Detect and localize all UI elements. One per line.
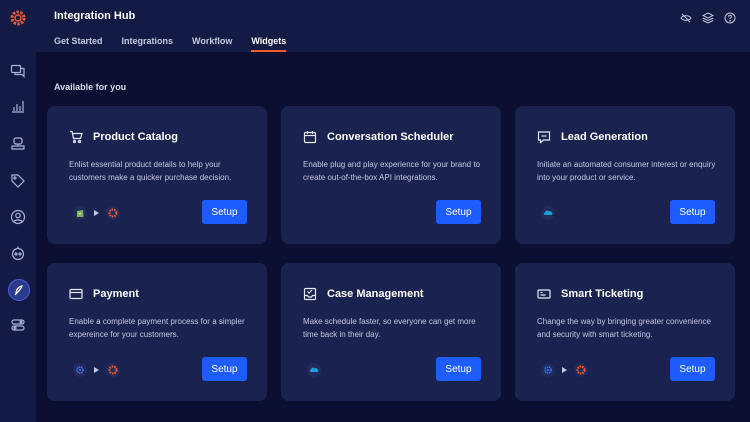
card-description: Enable plug and play experience for your… <box>303 160 481 182</box>
setup-button[interactable]: Setup <box>202 357 247 381</box>
shopify-icon <box>77 210 84 217</box>
toggle-icon <box>11 319 25 331</box>
eye-off-icon <box>680 13 692 23</box>
gear-blue-icon <box>76 366 84 374</box>
card-description: Enable a complete payment process for a … <box>69 317 245 339</box>
setup-button[interactable]: Setup <box>670 200 715 224</box>
layers-icon <box>702 12 714 24</box>
widget-card-case-management: Case Management Make schedule faster, so… <box>281 263 501 401</box>
tab-workflow[interactable]: Workflow <box>192 36 232 52</box>
robot-icon <box>11 246 25 261</box>
hub-badge <box>574 363 588 377</box>
widget-card-conversation-scheduler: Conversation Scheduler Enable plug and p… <box>281 106 501 244</box>
flow-arrow <box>562 367 567 373</box>
integration-flow <box>307 363 321 377</box>
layers-button[interactable] <box>702 12 714 24</box>
card-description: Make schedule faster, so everyone can ge… <box>303 317 476 339</box>
gear-badge <box>73 363 87 377</box>
app-title: Integration Hub <box>54 10 136 22</box>
hub-logo-icon <box>108 208 118 218</box>
gear-badge <box>541 363 555 377</box>
card-title: Product Catalog <box>93 131 178 143</box>
integration-flow <box>541 206 555 220</box>
header-actions <box>680 12 736 24</box>
salesforce-badge <box>307 363 321 377</box>
help-icon <box>724 12 736 24</box>
integration-flow <box>73 206 120 220</box>
ticket-icon <box>537 289 551 299</box>
inbox-check-icon <box>303 287 317 301</box>
card-title: Lead Generation <box>561 131 648 143</box>
bar-chart-icon <box>12 101 24 113</box>
shopify-badge <box>73 206 87 220</box>
cart-icon <box>70 130 83 144</box>
sidebar-item-users[interactable] <box>9 208 27 226</box>
sidebar-item-settings[interactable] <box>9 316 27 334</box>
hub-badge <box>106 363 120 377</box>
bot-icon <box>11 137 25 150</box>
credit-card-icon <box>69 288 83 300</box>
card-title: Payment <box>93 288 139 300</box>
widgets-icon <box>14 285 23 296</box>
chat-square-icon <box>537 131 551 144</box>
tab-get-started[interactable]: Get Started <box>54 36 103 52</box>
widget-card-payment: Payment Enable a complete payment proces… <box>47 263 267 401</box>
hub-logo-icon <box>108 365 118 375</box>
card-description: Change the way by bringing greater conve… <box>537 317 711 339</box>
card-title: Smart Ticketing <box>561 288 644 300</box>
salesforce-badge <box>541 206 555 220</box>
user-circle-icon <box>10 209 26 225</box>
flow-arrow <box>94 210 99 216</box>
tab-integrations[interactable]: Integrations <box>122 36 174 52</box>
chat-icon <box>10 64 25 78</box>
card-description: Initiate an automated consumer interest … <box>537 160 716 182</box>
sidebar <box>0 0 36 422</box>
widget-card-smart-ticketing: Smart Ticketing Change the way by bringi… <box>515 263 735 401</box>
sidebar-item-analytics[interactable] <box>9 97 27 115</box>
tab-bar: Get Started Integrations Workflow Widget… <box>54 36 305 52</box>
sidebar-item-automation[interactable] <box>9 244 27 262</box>
setup-button[interactable]: Setup <box>436 200 481 224</box>
calendar-icon <box>303 131 317 144</box>
integration-flow <box>541 363 588 377</box>
tab-widgets[interactable]: Widgets <box>251 36 286 52</box>
sidebar-item-chat[interactable] <box>9 62 27 80</box>
card-description: Enlist essential product details to help… <box>69 160 232 182</box>
integration-flow <box>73 363 120 377</box>
widget-card-product-catalog: Product Catalog Enlist essential product… <box>47 106 267 244</box>
card-title: Conversation Scheduler <box>327 131 454 143</box>
hub-logo-icon <box>576 365 586 375</box>
sidebar-item-bot[interactable] <box>9 135 27 153</box>
sidebar-item-tags[interactable] <box>9 172 27 190</box>
widget-card-lead-generation: Lead Generation Initiate an automated co… <box>515 106 735 244</box>
header: Integration Hub Get Started Integrations… <box>36 0 750 52</box>
section-title: Available for you <box>54 82 127 92</box>
setup-button[interactable]: Setup <box>670 357 715 381</box>
hub-badge <box>106 206 120 220</box>
flow-arrow <box>94 367 99 373</box>
hub-logo-icon[interactable] <box>10 10 26 26</box>
gear-blue-icon <box>544 366 552 374</box>
card-title: Case Management <box>327 288 424 300</box>
setup-button[interactable]: Setup <box>436 357 481 381</box>
visibility-toggle-button[interactable] <box>680 12 692 24</box>
salesforce-icon <box>543 210 553 215</box>
tag-icon <box>11 174 25 188</box>
setup-button[interactable]: Setup <box>202 200 247 224</box>
sidebar-item-widgets[interactable] <box>8 279 30 301</box>
salesforce-icon <box>309 367 319 372</box>
help-button[interactable] <box>724 12 736 24</box>
